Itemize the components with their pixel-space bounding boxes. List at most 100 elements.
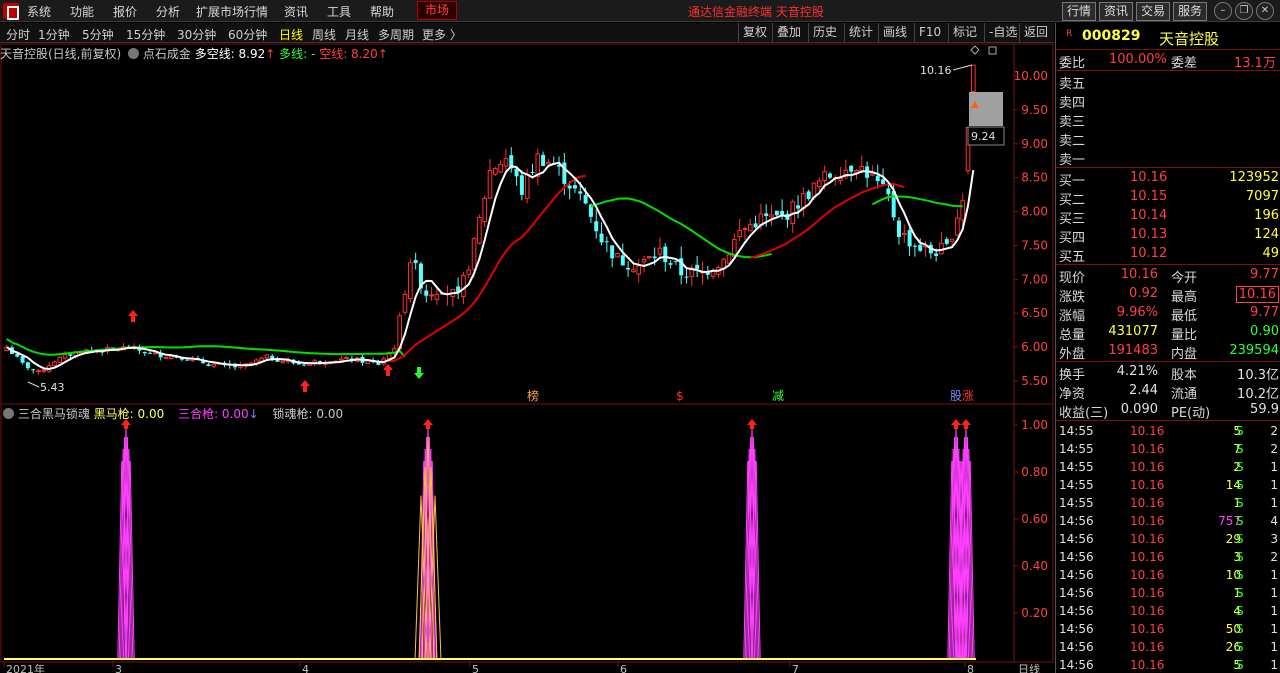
tick-count: 1 xyxy=(1270,586,1278,600)
date-axis-label: 2021年 xyxy=(6,662,45,673)
tick-row: 14:56 10.16 4 S 1 xyxy=(1056,603,1280,621)
candle-body xyxy=(498,163,503,173)
tick-row: 14:56 10.16 29 S 3 xyxy=(1056,531,1280,549)
candle-body xyxy=(142,352,147,354)
candle-body xyxy=(747,224,753,232)
tick-count: 1 xyxy=(1270,604,1278,618)
buy-arrow-icon xyxy=(383,364,393,376)
tick-time: 14:56 xyxy=(1059,550,1094,564)
buy-volume: 123952 xyxy=(1229,170,1279,185)
tick-side: S xyxy=(1236,532,1244,546)
price-axis-label: 8.50 xyxy=(1021,171,1048,185)
candle-body xyxy=(365,360,371,364)
tick-price: 10.16 xyxy=(1130,460,1165,474)
candle-body xyxy=(471,238,477,270)
stat-label: 最高 xyxy=(1171,290,1198,305)
quote-button[interactable]: 行情 xyxy=(1062,2,1097,21)
candle-body xyxy=(647,256,652,259)
tick-row: 14:56 10.16 3 S 2 xyxy=(1056,549,1280,567)
candle-body xyxy=(934,253,939,256)
stock-name[interactable]: 天音控股 xyxy=(1159,28,1219,49)
fund-row: 净资 2.44 流通 10.2亿 xyxy=(1056,383,1280,402)
red-line xyxy=(750,182,905,260)
candle-body xyxy=(434,293,440,300)
buy-row[interactable]: 买五 10.12 49 xyxy=(1056,246,1280,265)
tick-price: 10.16 xyxy=(1130,622,1165,636)
fund-row: 换手 4.21% 股本 10.3亿 xyxy=(1056,364,1280,383)
candle-body xyxy=(901,232,907,236)
sell-row[interactable]: 卖四 xyxy=(1056,92,1280,111)
buy-row[interactable]: 买四 10.13 124 xyxy=(1056,227,1280,246)
tick-time: 14:55 xyxy=(1059,496,1094,510)
service-button[interactable]: 服务 xyxy=(1173,2,1208,21)
stat-row: 外盘 191483 内盘 239594 xyxy=(1056,343,1280,362)
signal-arrow-icon xyxy=(961,419,971,429)
stat-label: 涨跌 xyxy=(1059,290,1086,305)
indicator-name[interactable]: 点石成金 xyxy=(143,47,191,61)
candle-body xyxy=(408,262,413,300)
candle-body xyxy=(424,290,429,296)
candle-body xyxy=(482,197,487,222)
sell-row[interactable]: 卖一 xyxy=(1056,149,1280,168)
buy-label: 买一 xyxy=(1059,174,1086,189)
minimize-icon[interactable]: – xyxy=(1214,2,1232,20)
restore-icon[interactable]: ❐ xyxy=(1235,2,1253,20)
chart-info-line: 天音控股(日线,前复权) 点石成金 多空线: 8.92↑ 多线: - 空线: 8… xyxy=(0,45,388,62)
candle-body xyxy=(344,356,349,359)
candle-body xyxy=(912,245,917,247)
candle-body xyxy=(25,362,30,369)
candle-body xyxy=(636,265,642,275)
indicator-toggle-icon[interactable] xyxy=(128,48,140,59)
indicator-toggle-icon[interactable] xyxy=(3,408,14,419)
candle-body xyxy=(944,239,949,244)
indicator-title[interactable]: 三合黑马锁魂 xyxy=(18,407,90,421)
kline-chart[interactable]: 10.00 9.50 9.00 8.50 8.00 7.50 7.00 6.50 6.00 5.5… xyxy=(0,0,1054,673)
buy-label: 买四 xyxy=(1059,231,1086,246)
signal-tag: $ xyxy=(676,389,684,403)
signal-tag: 减 xyxy=(772,389,784,403)
sell-row[interactable]: 卖二 xyxy=(1056,130,1280,149)
tick-row: 14:55 10.16 5 S 2 xyxy=(1056,423,1280,441)
trade-button[interactable]: 交易 xyxy=(1136,2,1171,21)
buy-volume: 124 xyxy=(1254,227,1279,242)
sell-row[interactable]: 卖三 xyxy=(1056,111,1280,130)
mid-price-label: 9.24 xyxy=(971,130,996,143)
tick-row: 14:55 10.16 7 S 2 xyxy=(1056,441,1280,459)
candle-body xyxy=(753,223,758,228)
candle-body xyxy=(827,173,832,178)
stat-label: 今开 xyxy=(1171,271,1198,286)
indicator-info-line: 三合黑马锁魂 黑马枪: 0.00 三合枪: 0.00↓ 锁魂枪: 0.00 xyxy=(0,405,343,422)
stock-code[interactable]: 000829 xyxy=(1082,28,1140,44)
candle-body xyxy=(583,195,588,204)
sell-label: 卖三 xyxy=(1059,115,1086,130)
sell-label: 卖五 xyxy=(1059,77,1086,92)
info-button[interactable]: 资讯 xyxy=(1099,2,1134,21)
candle-body xyxy=(737,229,742,238)
suohun-label: 锁魂枪: 0.00 xyxy=(272,407,344,421)
tick-count: 1 xyxy=(1270,460,1278,474)
buy-label: 买二 xyxy=(1059,193,1086,208)
sell-arrow-icon xyxy=(414,367,424,379)
sell-row[interactable]: 卖五 xyxy=(1056,73,1280,92)
buy-row[interactable]: 买一 10.16 123952 xyxy=(1056,170,1280,189)
signal-arrow-icon xyxy=(747,419,757,429)
tick-side: S xyxy=(1236,478,1244,492)
indicator-axis-label: 0.60 xyxy=(1021,512,1048,526)
candle-body xyxy=(429,294,434,297)
date-axis-label: 3 xyxy=(115,663,122,673)
candle-body xyxy=(631,269,636,273)
candle-body xyxy=(62,354,68,359)
buy-price: 10.15 xyxy=(1130,189,1168,204)
tick-side: S xyxy=(1236,496,1244,510)
buy-row[interactable]: 买三 10.14 196 xyxy=(1056,208,1280,227)
candle-body xyxy=(280,360,286,364)
tick-count: 1 xyxy=(1270,658,1278,672)
tick-side: S xyxy=(1236,568,1244,582)
close-icon[interactable]: ✕ xyxy=(1256,2,1274,20)
candle-body xyxy=(742,227,748,230)
buy-row[interactable]: 买二 10.15 7097 xyxy=(1056,189,1280,208)
candle-body xyxy=(477,217,482,244)
candle-body xyxy=(875,175,880,181)
candle-body xyxy=(949,238,955,242)
candle-body xyxy=(838,177,843,181)
